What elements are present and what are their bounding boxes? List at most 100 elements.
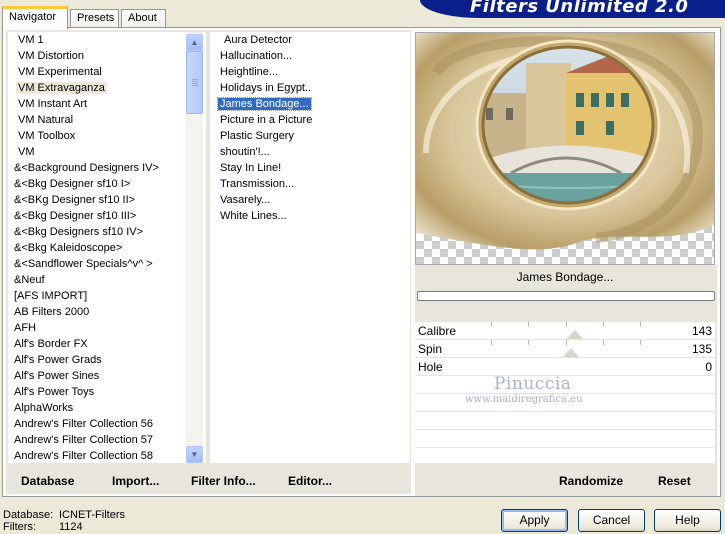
- filter-label: Picture in a Picture: [220, 114, 313, 126]
- category-label: VM: [18, 146, 35, 158]
- right-button-bar: Randomize Reset: [415, 464, 717, 494]
- category-item[interactable]: Alf's Border FX: [10, 336, 161, 352]
- category-label: VM Instant Art: [18, 98, 88, 110]
- category-label: &<BKg Designer sf10 II>: [14, 194, 136, 206]
- tab-presets[interactable]: Presets: [70, 9, 119, 28]
- scroll-thumb[interactable]: [186, 51, 203, 114]
- filter-item[interactable]: Aura Detector: [216, 32, 314, 48]
- category-item[interactable]: VM Instant Art: [10, 96, 161, 112]
- filter-item[interactable]: Heightline...: [216, 64, 314, 80]
- status-filters-value: 1124: [59, 521, 83, 533]
- category-item[interactable]: VM Experimental: [10, 64, 161, 80]
- tab-about[interactable]: About: [121, 9, 166, 28]
- filter-label: Hallucination...: [220, 50, 293, 62]
- category-item[interactable]: VM Extravaganza: [10, 80, 161, 96]
- slider-calibre[interactable]: Calibre 143: [415, 321, 715, 340]
- slider-hole[interactable]: Hole 0: [415, 357, 715, 375]
- reset-button[interactable]: Reset: [658, 474, 691, 488]
- category-label: &<Sandflower Specials^v^ >: [14, 258, 153, 270]
- category-label: [AFS IMPORT]: [14, 290, 88, 302]
- scroll-down-button[interactable]: ▼: [186, 446, 203, 463]
- category-item[interactable]: AB Filters 2000: [10, 304, 161, 320]
- scroll-up-button[interactable]: ▲: [186, 34, 203, 51]
- category-item[interactable]: Andrew's Filter Collection 56: [10, 416, 161, 432]
- category-list[interactable]: VM 1 VM Distortion VM Experimental VM Extra…: [8, 32, 206, 463]
- category-item[interactable]: VM Distortion: [10, 48, 161, 64]
- category-label: VM Experimental: [18, 66, 102, 78]
- category-label: Alf's Power Toys: [14, 386, 95, 398]
- category-item[interactable]: VM: [10, 144, 161, 160]
- filter-item[interactable]: Transmission...: [216, 176, 314, 192]
- status-filters: Filters: 1124: [3, 521, 83, 533]
- slider-value: 0: [705, 360, 712, 374]
- status-filters-label: Filters:: [3, 521, 36, 533]
- empty-slider-row: [415, 429, 715, 447]
- help-button[interactable]: Help: [654, 509, 721, 532]
- randomize-button[interactable]: Randomize: [559, 474, 623, 488]
- category-label: &Neuf: [14, 274, 45, 286]
- watermark-url: www.maidiregrafica.eu: [465, 394, 583, 405]
- slider-spin[interactable]: Spin 135: [415, 339, 715, 358]
- filter-label: Vasarely...: [220, 194, 271, 206]
- category-item[interactable]: VM Toolbox: [10, 128, 161, 144]
- filter-item[interactable]: Holidays in Egypt..: [216, 80, 314, 96]
- category-item[interactable]: VM Natural: [10, 112, 161, 128]
- status-database-label: Database:: [3, 509, 54, 521]
- filter-item[interactable]: Stay In Line!: [216, 160, 314, 176]
- category-label: VM Toolbox: [18, 130, 76, 142]
- category-label: Andrew's Filter Collection 58: [14, 450, 154, 462]
- category-label: &<Background Designers IV>: [14, 162, 159, 174]
- category-item[interactable]: Alf's Power Toys: [10, 384, 161, 400]
- filter-list[interactable]: Aura Detector Hallucination... Heightline.…: [210, 32, 410, 463]
- cancel-button[interactable]: Cancel: [578, 509, 645, 532]
- category-item[interactable]: Alf's Power Sines: [10, 368, 161, 384]
- import-button[interactable]: Import...: [112, 474, 159, 488]
- category-item[interactable]: VM 1: [10, 32, 161, 48]
- category-item[interactable]: &Neuf: [10, 272, 161, 288]
- category-scrollbar[interactable]: ▲ ▼: [186, 32, 203, 463]
- category-item[interactable]: [AFS IMPORT]: [10, 288, 161, 304]
- category-item[interactable]: &<Bkg Designers sf10 IV>: [10, 224, 161, 240]
- category-item[interactable]: AFH: [10, 320, 161, 336]
- filter-item[interactable]: White Lines...: [216, 208, 314, 224]
- category-item[interactable]: &<Background Designers IV>: [10, 160, 161, 176]
- category-item[interactable]: &<Bkg Designer sf10 I>: [10, 176, 161, 192]
- category-item[interactable]: &<Bkg Kaleidoscope>: [10, 240, 161, 256]
- filter-info-button[interactable]: Filter Info...: [191, 474, 256, 488]
- slider-track[interactable]: [491, 322, 641, 340]
- filter-label: Stay In Line!: [220, 162, 282, 174]
- tab-navigator[interactable]: Navigator: [2, 6, 68, 29]
- category-item[interactable]: &<Bkg Designer sf10 III>: [10, 208, 161, 224]
- filter-item[interactable]: Vasarely...: [216, 192, 314, 208]
- filter-item[interactable]: shoutin'!...: [216, 144, 314, 160]
- category-item[interactable]: Andrew's Filter Collection 58: [10, 448, 161, 463]
- apply-button[interactable]: Apply: [501, 509, 568, 532]
- filter-item[interactable]: Hallucination...: [216, 48, 314, 64]
- filter-label: Aura Detector: [224, 34, 292, 46]
- category-item[interactable]: AlphaWorks: [10, 400, 161, 416]
- category-label: VM Natural: [18, 114, 74, 126]
- category-label: Alf's Border FX: [14, 338, 88, 350]
- category-item[interactable]: Alf's Power Grads: [10, 352, 161, 368]
- filter-item[interactable]: Picture in a Picture: [216, 112, 314, 128]
- banner-title: Filters Unlimited 2.0: [470, 0, 689, 17]
- category-label: &<Bkg Designers sf10 IV>: [14, 226, 144, 238]
- left-button-bar: Database Import... Filter Info... Editor…: [6, 464, 411, 494]
- category-item[interactable]: &<BKg Designer sf10 II>: [10, 192, 161, 208]
- status-database-value: ICNET-Filters: [59, 509, 125, 521]
- filter-item[interactable]: James Bondage...: [216, 96, 314, 112]
- editor-button[interactable]: Editor...: [288, 474, 332, 488]
- slider-label: Calibre: [418, 324, 457, 338]
- category-item[interactable]: Andrew's Filter Collection 57: [10, 432, 161, 448]
- empty-slider-row: [415, 447, 715, 463]
- database-button[interactable]: Database: [21, 474, 74, 488]
- slider-value: 143: [691, 324, 712, 338]
- filter-items: Aura Detector Hallucination... Heightline.…: [216, 32, 314, 224]
- category-item[interactable]: &<Sandflower Specials^v^ >: [10, 256, 161, 272]
- slider-track[interactable]: [491, 340, 641, 358]
- selected-filter-name: James Bondage...: [516, 270, 614, 284]
- filter-item[interactable]: Plastic Surgery: [216, 128, 314, 144]
- filter-label: White Lines...: [220, 210, 287, 222]
- category-label: AlphaWorks: [14, 402, 74, 414]
- category-label: VM Extravaganza: [16, 82, 107, 94]
